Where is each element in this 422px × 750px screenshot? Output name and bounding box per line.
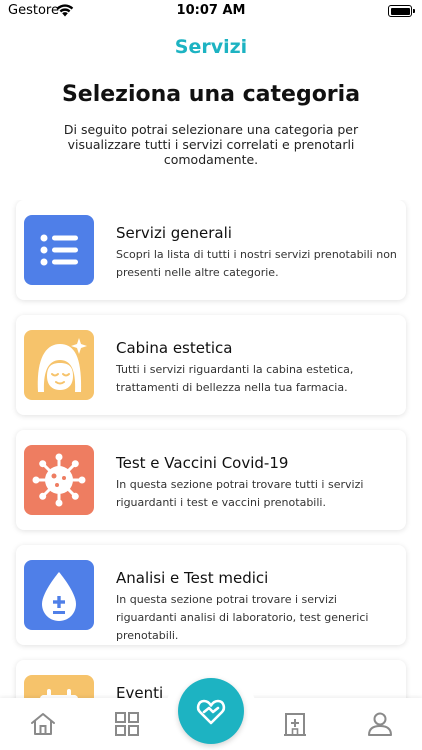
category-title: Analisi e Test medici (116, 569, 269, 587)
tab-profile[interactable] (366, 710, 394, 738)
home-icon (31, 713, 55, 735)
battery-icon (388, 5, 415, 17)
category-description: In questa sezione potrai trovare i servi… (116, 593, 369, 642)
blood-drop-icon (24, 560, 94, 630)
tab-services[interactable] (113, 710, 141, 738)
list-icon (24, 215, 94, 285)
intro-text: Di seguito potrai selezionare una catego… (63, 122, 359, 167)
calendar-icon (24, 675, 94, 700)
virus-icon (24, 445, 94, 515)
category-list: Servizi generali Scopri la lista di tutt… (0, 200, 422, 700)
tab-pharmacy[interactable] (281, 710, 309, 738)
category-card-covid[interactable]: Test e Vaccini Covid-19 In questa sezion… (16, 430, 406, 530)
category-description: Tutti i servizi riguardanti la cabina es… (116, 363, 354, 394)
tab-home[interactable] (29, 710, 57, 738)
category-card-analisi[interactable]: Analisi e Test medici In questa sezione … (16, 545, 406, 645)
status-bar: Gestore 10:07 AM (0, 0, 422, 24)
category-description: Scopri la lista di tutti i nostri serviz… (116, 248, 397, 279)
status-time: 10:07 AM (176, 3, 246, 18)
heart-hands-icon (196, 699, 226, 725)
category-card-cabina-estetica[interactable]: Cabina estetica Tutti i servizi riguarda… (16, 315, 406, 415)
pharmacy-icon (284, 713, 306, 736)
category-description: In questa sezione potrai trovare tutti i… (116, 478, 364, 509)
user-icon (368, 712, 392, 736)
category-title: Servizi generali (116, 224, 232, 242)
category-title: Test e Vaccini Covid-19 (116, 454, 289, 472)
page-title: Servizi (174, 36, 248, 58)
services-screen: Gestore 10:07 AM Servizi Seleziona una c… (0, 0, 422, 750)
grid-icon (115, 712, 139, 736)
home-action-button[interactable] (178, 678, 244, 744)
category-title: Cabina estetica (116, 339, 233, 357)
section-heading: Seleziona una categoria (61, 82, 361, 107)
face-sparkle-icon (24, 330, 94, 400)
category-card-servizi-generali[interactable]: Servizi generali Scopri la lista di tutt… (16, 200, 406, 300)
